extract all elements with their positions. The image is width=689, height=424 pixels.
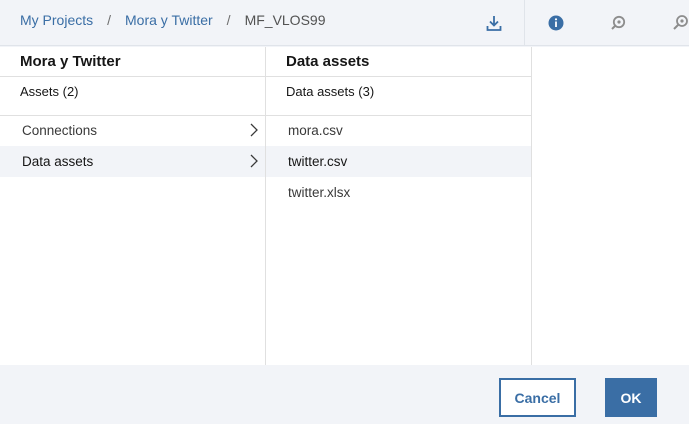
list-item-label: Data assets: [22, 154, 94, 169]
panel-subtitle: Data assets (3): [286, 84, 375, 99]
toolbar-divider: [524, 0, 525, 46]
info-icon[interactable]: [543, 10, 569, 36]
list-item-data-assets[interactable]: Data assets: [0, 146, 265, 177]
share-icon[interactable]: [667, 10, 689, 36]
divider: [0, 76, 265, 77]
list-item-mora-csv[interactable]: mora.csv: [266, 115, 531, 146]
list-item-label: twitter.xlsx: [288, 185, 351, 200]
assets-panel: Mora y Twitter Assets (2) Connections Da…: [0, 47, 266, 365]
list-item-label: twitter.csv: [288, 154, 348, 169]
list-item-label: Connections: [22, 123, 98, 138]
history-icon[interactable]: [605, 10, 631, 36]
chevron-right-icon: [247, 122, 261, 141]
breadcrumb-current: MF_VLOS99: [244, 12, 326, 28]
breadcrumb-separator: /: [107, 12, 112, 28]
divider: [266, 76, 531, 77]
download-icon[interactable]: [481, 10, 507, 36]
breadcrumb-separator: /: [226, 12, 231, 28]
panel-subtitle: Assets (2): [20, 84, 79, 99]
dialog-footer: Cancel OK: [0, 365, 689, 424]
chevron-right-icon: [247, 153, 261, 172]
data-assets-panel: Data assets Data assets (3) mora.csv twi…: [266, 47, 532, 365]
breadcrumb-my-projects[interactable]: My Projects: [20, 12, 93, 28]
list-item-twitter-csv[interactable]: twitter.csv: [266, 146, 531, 177]
list-item-twitter-xlsx[interactable]: twitter.xlsx: [266, 177, 531, 208]
cancel-button[interactable]: Cancel: [499, 378, 576, 417]
top-bar: My Projects / Mora y Twitter / MF_VLOS99: [0, 0, 689, 46]
breadcrumb-project[interactable]: Mora y Twitter: [125, 12, 213, 28]
breadcrumb: My Projects / Mora y Twitter / MF_VLOS99: [20, 12, 326, 28]
panel-title: Data assets: [286, 53, 370, 70]
preview-panel: [532, 47, 689, 365]
list-item-connections[interactable]: Connections: [0, 115, 265, 146]
list-item-label: mora.csv: [288, 123, 343, 138]
ok-button[interactable]: OK: [605, 378, 657, 417]
panel-title: Mora y Twitter: [20, 53, 121, 70]
